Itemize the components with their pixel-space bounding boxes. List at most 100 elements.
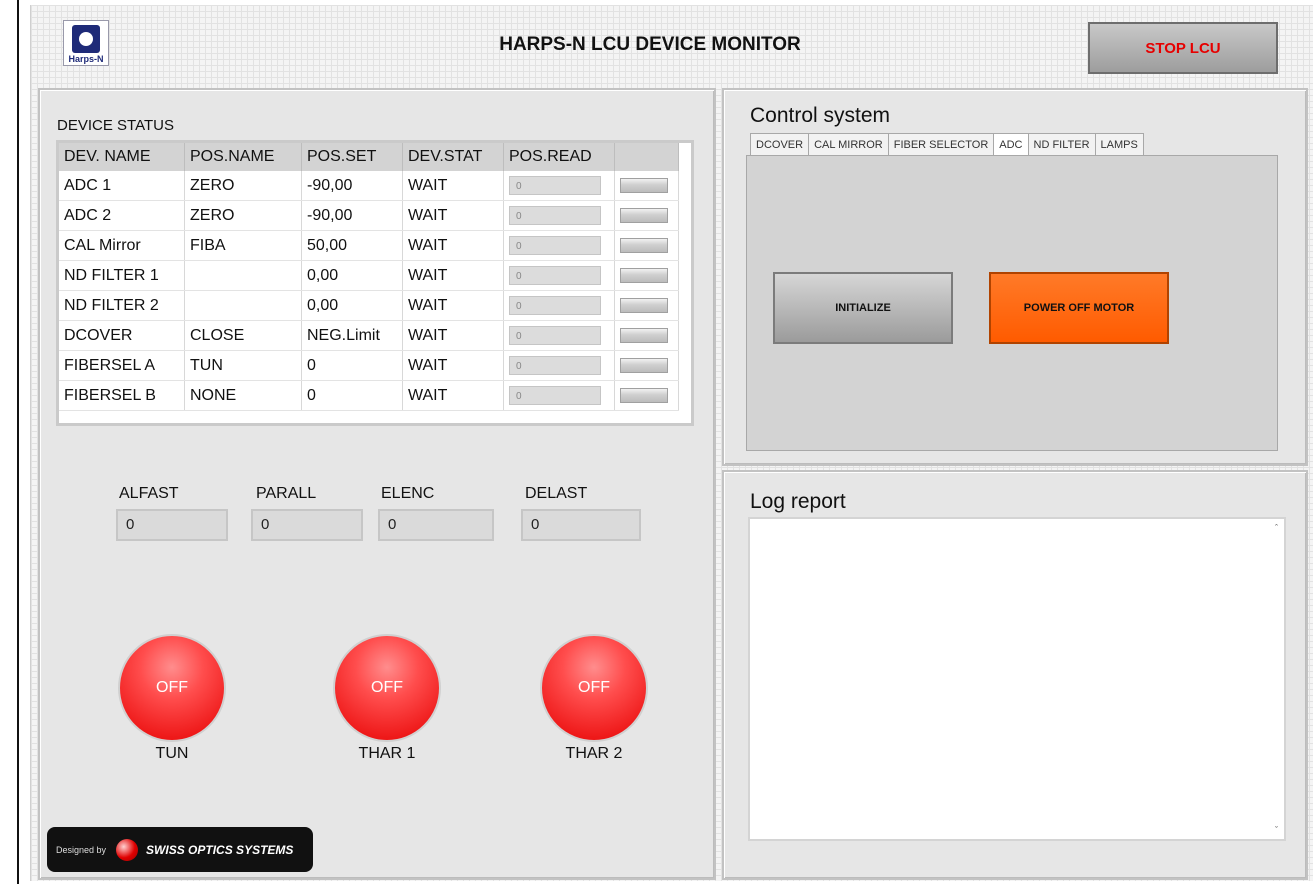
- device-status-label: DEVICE STATUS: [57, 117, 174, 134]
- column-header-led: [614, 143, 679, 171]
- position-set-cell: -90,00: [301, 200, 403, 231]
- position-set-cell: 50,00: [301, 230, 403, 261]
- company-name: SWISS OPTICS SYSTEMS: [146, 842, 294, 857]
- position-read-cell: 0: [503, 290, 615, 321]
- log-text-area[interactable]: ˆ ˇ: [748, 517, 1286, 841]
- scroll-up-icon[interactable]: ˆ: [1275, 523, 1278, 533]
- table-row: FIBERSEL A TUN 0 WAIT 0: [59, 350, 679, 381]
- position-name-cell: ZERO: [184, 171, 302, 201]
- position-read-cell: 0: [503, 230, 615, 261]
- table-row: ADC 1 ZERO -90,00 WAIT 0: [59, 171, 679, 201]
- table-row: DCOVER CLOSE NEG.Limit WAIT 0: [59, 320, 679, 351]
- position-name-cell: [184, 260, 302, 291]
- position-read-cell: 0: [503, 380, 615, 411]
- delast-label: DELAST: [525, 485, 588, 502]
- position-set-cell: NEG.Limit: [301, 320, 403, 351]
- parall-field: 0: [251, 509, 363, 541]
- table-row: FIBERSEL B NONE 0 WAIT 0: [59, 380, 679, 411]
- column-header: DEV.STAT: [402, 143, 504, 171]
- device-name-cell: ND FILTER 2: [59, 290, 185, 321]
- thar2-lamp-button[interactable]: OFF: [540, 634, 648, 742]
- scroll-down-icon[interactable]: ˇ: [1275, 825, 1278, 835]
- device-name-cell: FIBERSEL A: [59, 350, 185, 381]
- power-off-motor-button[interactable]: POWER OFF MOTOR: [989, 272, 1169, 344]
- status-led-indicator: [620, 298, 668, 313]
- designed-by-text: Designed by: [56, 844, 107, 855]
- status-led-cell: [614, 260, 679, 291]
- position-read-field: 0: [509, 356, 601, 375]
- device-name-cell: FIBERSEL B: [59, 380, 185, 411]
- position-name-cell: ZERO: [184, 200, 302, 231]
- log-report-title: Log report: [750, 490, 846, 513]
- position-name-cell: TUN: [184, 350, 302, 381]
- position-read-field: 0: [509, 206, 601, 225]
- delast-field: 0: [521, 509, 641, 541]
- alfast-label: ALFAST: [119, 485, 179, 502]
- device-status-cell: WAIT: [402, 320, 504, 351]
- position-set-cell: -90,00: [301, 171, 403, 201]
- position-set-cell: 0: [301, 380, 403, 411]
- device-status-cell: WAIT: [402, 171, 504, 201]
- position-set-cell: 0,00: [301, 260, 403, 291]
- position-read-cell: 0: [503, 171, 615, 201]
- status-led-indicator: [620, 328, 668, 343]
- status-led-indicator: [620, 268, 668, 283]
- alfast-field: 0: [116, 509, 228, 541]
- elenc-field: 0: [378, 509, 494, 541]
- parall-label: PARALL: [256, 485, 317, 502]
- control-system-title: Control system: [750, 104, 891, 127]
- page-title: HARPS-N LCU DEVICE MONITOR: [499, 34, 801, 55]
- device-name-cell: ADC 1: [59, 171, 185, 201]
- device-status-cell: WAIT: [402, 350, 504, 381]
- tun-lamp-button[interactable]: OFF: [118, 634, 226, 742]
- status-led-indicator: [620, 388, 668, 403]
- position-read-field: 0: [509, 296, 601, 315]
- position-name-cell: [184, 290, 302, 321]
- position-set-cell: 0: [301, 350, 403, 381]
- table-row: ND FILTER 2 0,00 WAIT 0: [59, 290, 679, 321]
- initialize-button[interactable]: INITIALIZE: [773, 272, 953, 344]
- status-led-indicator: [620, 178, 668, 193]
- swiss-optics-logo-icon: [116, 838, 139, 861]
- device-status-cell: WAIT: [402, 200, 504, 231]
- swiss-optics-badge: Designed by SWISS OPTICS SYSTEMS: [47, 827, 313, 872]
- column-header: POS.SET: [301, 143, 403, 171]
- status-led-indicator: [620, 358, 668, 373]
- position-name-cell: NONE: [184, 380, 302, 411]
- table-header-row: DEV. NAME POS.NAME POS.SET DEV.STAT POS.…: [59, 143, 679, 171]
- left-edge-rule: [17, 0, 19, 884]
- status-led-cell: [614, 350, 679, 381]
- column-header: POS.READ: [503, 143, 615, 171]
- position-read-field: 0: [509, 326, 601, 345]
- control-tabs: DCOVER CAL MIRROR FIBER SELECTOR ADC ND …: [750, 133, 1144, 158]
- status-led-cell: [614, 320, 679, 351]
- device-name-cell: ND FILTER 1: [59, 260, 185, 291]
- status-led-cell: [614, 290, 679, 321]
- status-led-indicator: [620, 238, 668, 253]
- status-led-indicator: [620, 208, 668, 223]
- status-led-cell: [614, 380, 679, 411]
- status-led-cell: [614, 230, 679, 261]
- device-name-cell: CAL Mirror: [59, 230, 185, 261]
- elenc-label: ELENC: [381, 485, 435, 502]
- position-read-field: 0: [509, 236, 601, 255]
- position-read-field: 0: [509, 176, 601, 195]
- device-status-cell: WAIT: [402, 230, 504, 261]
- column-header: POS.NAME: [184, 143, 302, 171]
- position-read-cell: 0: [503, 350, 615, 381]
- position-read-cell: 0: [503, 260, 615, 291]
- device-status-cell: WAIT: [402, 380, 504, 411]
- device-name-cell: ADC 2: [59, 200, 185, 231]
- status-led-cell: [614, 200, 679, 231]
- device-status-cell: WAIT: [402, 290, 504, 321]
- stop-lcu-button[interactable]: STOP LCU: [1088, 22, 1278, 74]
- thar1-lamp-label: THAR 1: [358, 745, 416, 762]
- position-set-cell: 0,00: [301, 290, 403, 321]
- table-row: ND FILTER 1 0,00 WAIT 0: [59, 260, 679, 291]
- status-led-cell: [614, 171, 679, 201]
- position-name-cell: CLOSE: [184, 320, 302, 351]
- thar1-lamp-button[interactable]: OFF: [333, 634, 441, 742]
- position-name-cell: FIBA: [184, 230, 302, 261]
- thar2-lamp-label: THAR 2: [565, 745, 623, 762]
- table-row: ADC 2 ZERO -90,00 WAIT 0: [59, 200, 679, 231]
